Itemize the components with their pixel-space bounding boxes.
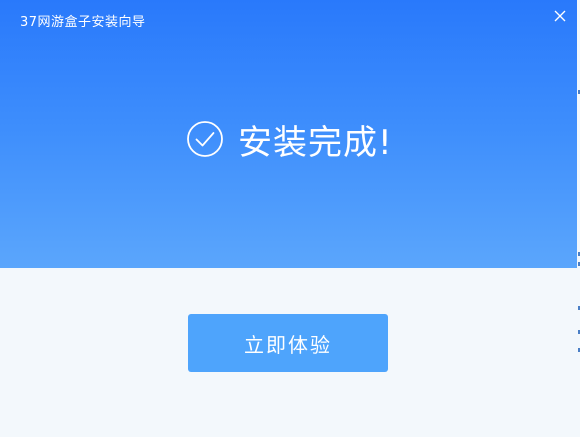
header-banner: 37网游盒子安装向导 安装完成! bbox=[0, 0, 577, 268]
window-title: 37网游盒子安装向导 bbox=[20, 15, 146, 30]
start-experience-button[interactable]: 立即体验 bbox=[188, 314, 388, 372]
completion-status: 安装完成! bbox=[186, 116, 393, 163]
close-icon bbox=[554, 10, 566, 22]
installer-window: 37网游盒子安装向导 安装完成! 立即体验 bbox=[0, 0, 580, 437]
check-circle-icon bbox=[187, 121, 223, 157]
close-button[interactable] bbox=[552, 8, 568, 24]
status-text: 安装完成! bbox=[238, 122, 393, 163]
